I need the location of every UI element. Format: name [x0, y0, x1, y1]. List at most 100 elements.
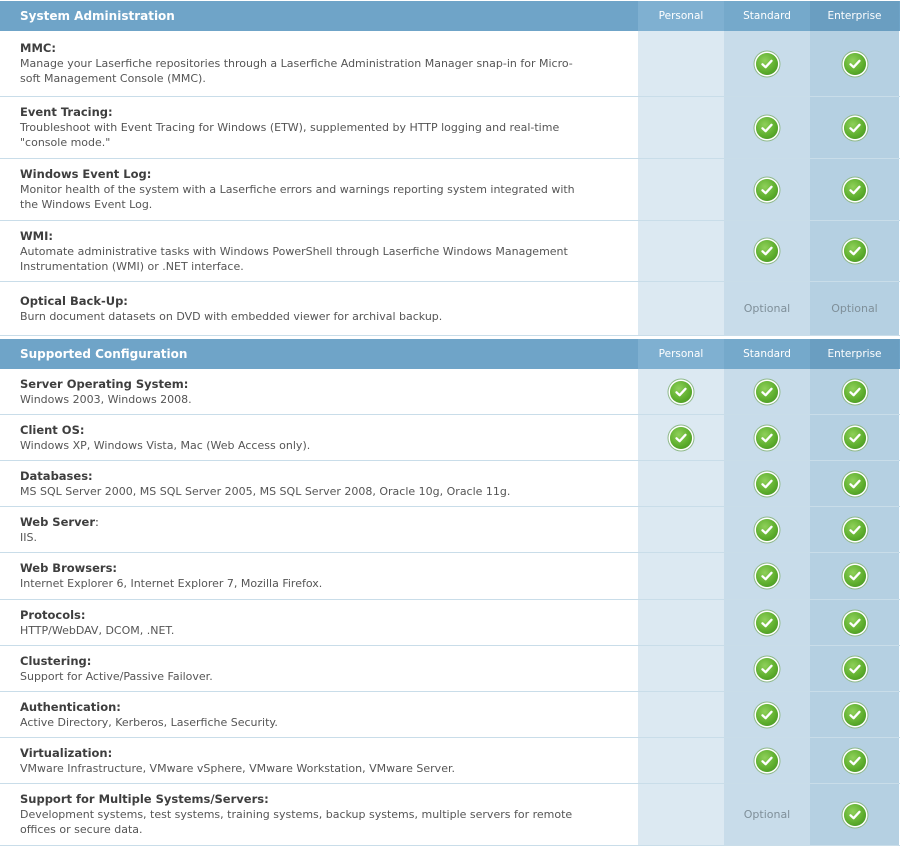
table-row: Databases: MS SQL Server 2000, MS SQL Ser…	[0, 461, 900, 507]
section-header: Supported Configuration Personal Standard E…	[0, 339, 900, 369]
check-icon	[843, 611, 866, 634]
cell-standard	[724, 646, 810, 691]
cell-standard	[724, 461, 810, 506]
cell-personal	[638, 507, 724, 552]
cell-personal	[638, 97, 724, 158]
feature-name-suffix: :	[95, 514, 99, 529]
cell-personal	[638, 553, 724, 599]
cell-personal	[638, 415, 724, 460]
feature-name: Support for Multiple Systems/Servers:	[20, 792, 269, 806]
feature-detail: Burn document datasets on DVD with embed…	[20, 309, 443, 323]
cell-enterprise	[810, 415, 899, 460]
feature-name: Event Tracing:	[20, 105, 113, 119]
cell-personal	[638, 600, 724, 645]
check-icon	[843, 380, 866, 403]
cell-personal	[638, 282, 724, 335]
check-icon	[756, 749, 778, 772]
table-row: Protocols: HTTP/WebDAV, DCOM, .NET.	[0, 600, 900, 646]
table-row: Server Operating System: Windows 2003, Wi…	[0, 369, 900, 415]
table-row: Windows Event Log: Monitor health of the …	[0, 159, 900, 221]
check-icon	[756, 611, 778, 634]
column-header-personal: Personal	[638, 1, 724, 31]
feature-detail: Active Directory, Kerberos, Laserfiche S…	[20, 715, 278, 729]
feature-description: Windows Event Log: Monitor health of the …	[0, 159, 638, 220]
cell-standard	[724, 31, 810, 96]
check-icon	[843, 52, 866, 75]
cell-standard	[724, 415, 810, 460]
check-icon	[843, 426, 866, 449]
feature-description: Web Server: IIS.	[0, 507, 638, 552]
cell-enterprise	[810, 507, 899, 552]
optional-label: Optional	[743, 808, 791, 821]
feature-description: Protocols: HTTP/WebDAV, DCOM, .NET.	[0, 600, 638, 645]
feature-detail: Development systems, test systems, train…	[20, 808, 573, 821]
cell-personal	[638, 31, 724, 96]
section-header: System Administration Personal Standard Ent…	[0, 1, 900, 31]
check-icon	[670, 380, 692, 403]
feature-detail: Windows 2003, Windows 2008.	[20, 392, 192, 406]
column-header-enterprise: Enterprise	[810, 1, 899, 31]
check-icon	[843, 116, 866, 139]
table-row: Web Server: IIS.	[0, 507, 900, 553]
feature-description: Client OS: Windows XP, Windows Vista, Mac…	[0, 415, 638, 460]
feature-name: Virtualization:	[20, 745, 113, 760]
cell-personal	[638, 461, 724, 506]
cell-standard	[724, 97, 810, 158]
feature-detail: soft Management Console (MMC).	[20, 72, 206, 85]
table-row: WMI: Automate administrative tasks with W…	[0, 221, 900, 282]
feature-name: Databases:	[20, 468, 93, 483]
feature-name: Web Server:	[20, 514, 99, 529]
feature-detail: Troubleshoot with Event Tracing for Wind…	[20, 121, 560, 134]
feature-detail: the Windows Event Log.	[20, 198, 153, 211]
cell-enterprise	[810, 369, 899, 414]
cell-standard	[724, 221, 810, 281]
cell-personal	[638, 738, 724, 783]
table-row: Virtualization: VMware Infrastructure, VM…	[0, 738, 900, 784]
check-icon	[843, 565, 866, 587]
feature-detail: Monitor health of the system with a Lase…	[20, 183, 575, 196]
feature-description: MMC: Manage your Laserfiche repositories …	[0, 31, 638, 96]
feature-name: Authentication:	[20, 699, 121, 714]
feature-description: Server Operating System: Windows 2003, Wi…	[0, 369, 638, 414]
feature-description: Virtualization: VMware Infrastructure, VM…	[0, 738, 638, 783]
check-icon	[670, 426, 692, 449]
column-header-enterprise: Enterprise	[810, 339, 899, 369]
feature-detail: offices or secure data.	[20, 823, 143, 836]
cell-standard	[724, 553, 810, 599]
table-row: Clustering: Support for Active/Passive Fa…	[0, 646, 900, 692]
cell-enterprise	[810, 553, 899, 599]
feature-name: Windows Event Log:	[20, 167, 152, 181]
cell-standard	[724, 738, 810, 783]
table-row: MMC: Manage your Laserfiche repositories …	[0, 31, 900, 97]
feature-name: Optical Back-Up:	[20, 293, 128, 308]
feature-detail: Automate administrative tasks with Windo…	[20, 244, 568, 258]
cell-enterprise	[810, 159, 899, 220]
cell-personal	[638, 646, 724, 691]
table-row: Optical Back-Up: Burn document datasets o…	[0, 282, 900, 336]
cell-personal	[638, 369, 724, 414]
cell-enterprise	[810, 221, 899, 281]
check-icon	[756, 426, 778, 449]
check-icon	[843, 803, 866, 826]
check-icon	[843, 703, 866, 726]
check-icon	[756, 240, 778, 262]
feature-name: Server Operating System:	[20, 376, 189, 391]
section-1: Supported Configuration Personal Standard E…	[0, 339, 900, 846]
feature-name: WMI:	[20, 228, 54, 243]
check-icon	[843, 657, 866, 680]
section-0: System Administration Personal Standard Ent…	[0, 1, 900, 336]
feature-description: Clustering: Support for Active/Passive Fa…	[0, 646, 638, 691]
check-icon	[843, 749, 866, 772]
check-icon	[756, 116, 778, 139]
check-icon	[756, 472, 778, 495]
feature-detail: MS SQL Server 2000, MS SQL Server 2005, …	[20, 484, 511, 498]
check-icon	[843, 472, 866, 495]
feature-detail: VMware Infrastructure, VMware vSphere, V…	[20, 761, 455, 775]
table-row: Support for Multiple Systems/Servers: Dev…	[0, 784, 900, 846]
feature-detail: HTTP/WebDAV, DCOM, .NET.	[20, 623, 175, 637]
table-row: Authentication: Active Directory, Kerbero…	[0, 692, 900, 738]
cell-enterprise	[810, 97, 899, 158]
feature-name: MMC:	[20, 41, 56, 55]
feature-description: Authentication: Active Directory, Kerbero…	[0, 692, 638, 737]
check-icon	[756, 178, 778, 201]
